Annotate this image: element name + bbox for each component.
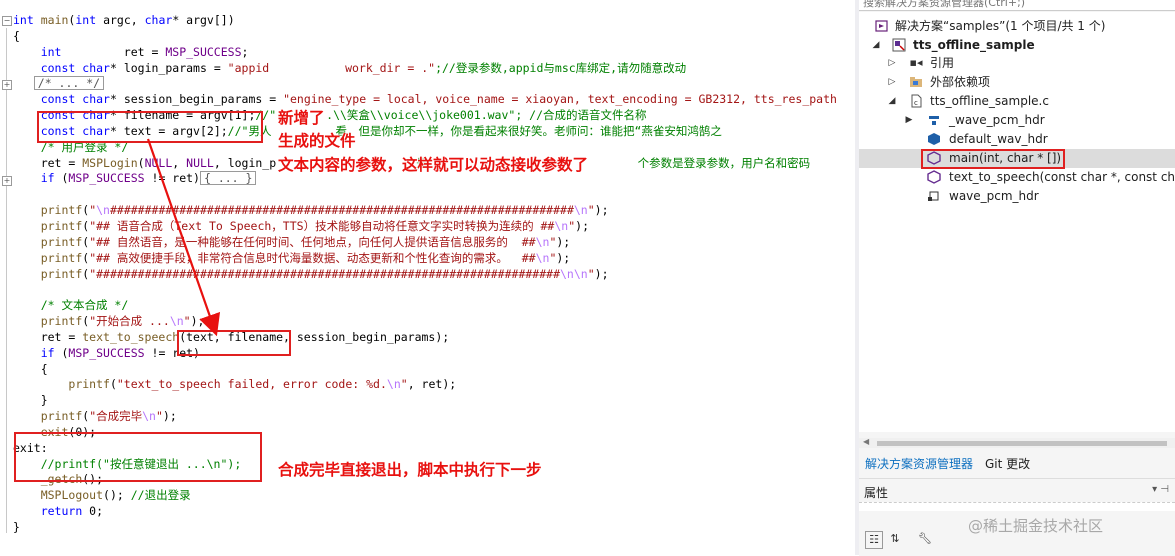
scroll-left-arrow-icon[interactable]: ◀ bbox=[863, 437, 869, 446]
solution-tree: 解决方案“samples”(1 个项目/共 1 个) ◢ tts_offline… bbox=[859, 12, 1175, 432]
fold-guide-line bbox=[6, 28, 7, 533]
code-line: int main(int argc, char* argv[]) bbox=[13, 13, 235, 27]
dropdown-arrow-icon[interactable]: ▾ ⊣ bbox=[1152, 484, 1169, 495]
tree-item-wave-pcm-hdr-typedef[interactable]: wave_pcm_hdr bbox=[859, 187, 1175, 206]
c-file-icon: c bbox=[909, 94, 923, 108]
annotation-text-params: 文本内容的参数，这样就可以动态接收参数了 bbox=[278, 156, 589, 174]
annotation-exit-note: 合成完毕直接退出，脚本中执行下一步 bbox=[278, 461, 542, 479]
tree-horizontal-scrollbar[interactable]: ◀ bbox=[859, 437, 1175, 448]
variable-icon bbox=[927, 132, 941, 146]
code-line: if (MSP_SUCCESS != ret) bbox=[40, 345, 200, 360]
external-dependencies-icon bbox=[909, 75, 923, 89]
wrench-icon[interactable]: 🔧︎ bbox=[917, 531, 933, 547]
code-line: printf("text_to_speech failed, error cod… bbox=[68, 377, 457, 392]
struct-icon bbox=[927, 113, 941, 127]
code-line: /* 文本合成 */ bbox=[40, 298, 129, 313]
call-args-highlight-box bbox=[177, 330, 291, 356]
main-item-highlight-box bbox=[921, 149, 1065, 169]
code-line: const char* login_params = "appid work_d… bbox=[40, 60, 687, 75]
collapsed-if-block[interactable]: { ... } bbox=[199, 171, 257, 186]
tree-item-wave-pcm-hdr-struct[interactable]: ▶ _wave_pcm_hdr bbox=[859, 111, 1175, 130]
code-line: return 0; bbox=[40, 504, 104, 519]
code-line: { bbox=[13, 28, 20, 43]
code-line: printf("## 语音合成（Text To Speech，TTS）技术能够自… bbox=[40, 218, 590, 233]
scrollbar-thumb[interactable] bbox=[877, 441, 1167, 446]
watermark: @稀土掘金技术社区 bbox=[968, 517, 1104, 535]
expand-comment-toggle-icon[interactable]: + bbox=[2, 80, 12, 90]
expanded-arrow-icon[interactable]: ◢ bbox=[887, 92, 897, 111]
tree-item-references[interactable]: ▷ ▪◂ 引用 bbox=[859, 54, 1175, 73]
collapsed-comment-block[interactable]: /* ... */ bbox=[33, 76, 105, 91]
code-line: printf("## 自然语音，是一种能够在任何时间、任何地点，向任何人提供语音… bbox=[40, 234, 571, 249]
tree-item-solution[interactable]: 解决方案“samples”(1 个项目/共 1 个) bbox=[859, 17, 1175, 36]
expand-if-block-toggle-icon[interactable]: + bbox=[2, 176, 12, 186]
project-icon bbox=[892, 38, 906, 52]
code-line: { bbox=[13, 361, 48, 376]
alphabetical-sort-icon[interactable]: ⇅ bbox=[887, 531, 903, 547]
tree-item-text-to-speech-function[interactable]: text_to_speech(const char *, const char bbox=[859, 168, 1175, 187]
code-line: ret = text_to_speech(text, filename, ses… bbox=[13, 329, 450, 344]
argv-lines-highlight-box bbox=[37, 111, 263, 143]
svg-text:c: c bbox=[914, 99, 918, 107]
tab-solution-explorer[interactable]: 解决方案资源管理器 bbox=[865, 455, 973, 472]
function-icon bbox=[927, 170, 941, 184]
code-line: } bbox=[13, 520, 20, 534]
tree-item-project[interactable]: ◢ tts_offline_sample bbox=[859, 36, 1175, 55]
collapsed-arrow-icon[interactable]: ▶ bbox=[904, 111, 914, 130]
code-line: printf("################################… bbox=[40, 266, 609, 281]
code-line: int ret = MSP_SUCCESS; bbox=[40, 44, 249, 59]
categorized-icon[interactable]: ☷ bbox=[865, 531, 883, 549]
solution-icon bbox=[875, 19, 889, 33]
expanded-arrow-icon[interactable]: ◢ bbox=[871, 36, 881, 55]
solution-search-box[interactable]: 搜索解决方案资源管理器(Ctrl+;) bbox=[859, 0, 1175, 11]
code-line: /* ... */ bbox=[13, 76, 837, 92]
collapsed-arrow-icon[interactable]: ▷ bbox=[887, 73, 897, 92]
references-icon: ▪◂ bbox=[909, 56, 923, 69]
collapsed-arrow-icon[interactable]: ▷ bbox=[887, 54, 897, 73]
code-line: printf("合成完毕\n"); bbox=[40, 409, 177, 424]
annotation-generated-file: 生成的文件 bbox=[278, 132, 356, 150]
tree-item-default-wav-hdr[interactable]: default_wav_hdr bbox=[859, 130, 1175, 149]
typedef-icon bbox=[927, 189, 941, 203]
code-line: printf("开始合成 ...\n"); bbox=[40, 314, 205, 329]
collapse-main-toggle-icon[interactable]: − bbox=[2, 16, 12, 26]
solution-panel-tabs: 解决方案资源管理器 Git 更改 bbox=[859, 452, 1175, 472]
tree-item-source-file[interactable]: ◢ c tts_offline_sample.c bbox=[859, 92, 1175, 111]
code-line: MSPLogout(); //退出登录 bbox=[40, 488, 191, 503]
solution-explorer-panel: 搜索解决方案资源管理器(Ctrl+;) 解决方案“samples”(1 个项目/… bbox=[859, 0, 1175, 556]
annotation-added: 新增了 bbox=[278, 109, 325, 127]
code-editor[interactable]: − + + int main(int argc, char* argv[]) {… bbox=[0, 0, 855, 555]
properties-object-selector[interactable] bbox=[859, 502, 1175, 511]
exit-block-highlight-box bbox=[14, 432, 262, 482]
code-line: printf("## 高效便捷手段，非常符合信息时代海量数据、动态更新和个性化查… bbox=[40, 250, 571, 265]
tab-git-changes[interactable]: Git 更改 bbox=[985, 455, 1030, 472]
code-line: } bbox=[13, 393, 48, 408]
code-line: printf("\n##############################… bbox=[40, 203, 609, 218]
search-placeholder: 搜索解决方案资源管理器(Ctrl+;) bbox=[863, 0, 1026, 9]
code-line: const char* session_begin_params = "engi… bbox=[40, 92, 837, 107]
tree-item-external-dependencies[interactable]: ▷ 外部依赖项 bbox=[859, 73, 1175, 92]
properties-title: 属性 bbox=[864, 486, 889, 500]
editor-gutter: − + + bbox=[0, 0, 12, 555]
